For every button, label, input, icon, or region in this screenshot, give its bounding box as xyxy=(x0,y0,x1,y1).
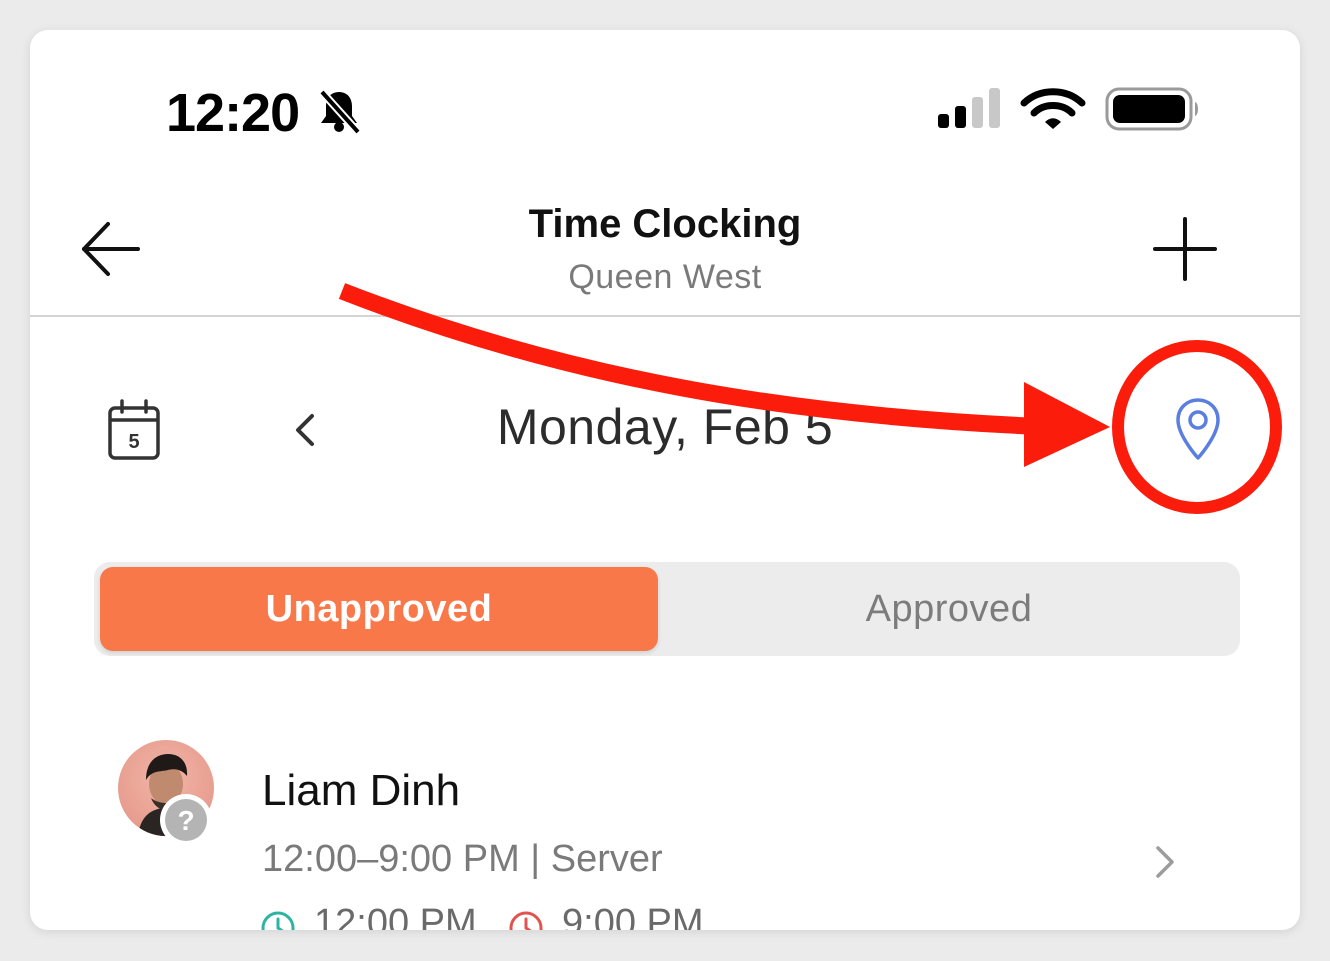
chevron-right-icon xyxy=(1156,846,1174,878)
map-pin-icon xyxy=(1176,398,1220,460)
location-map-button[interactable] xyxy=(1166,396,1230,462)
clock-out-time: 9:00 PM xyxy=(562,902,704,930)
svg-text:?: ? xyxy=(177,805,194,836)
page-title: Time Clocking xyxy=(528,202,802,246)
clock-in-time: 12:00 PM xyxy=(314,902,477,930)
unknown-status-badge: ? xyxy=(160,794,212,846)
clock-in-icon xyxy=(261,911,295,930)
header-divider xyxy=(30,315,1300,317)
tab-approved[interactable]: Approved xyxy=(658,567,1240,651)
plus-icon xyxy=(1153,217,1217,281)
cellular-signal-icon xyxy=(938,88,1000,128)
location-subtitle: Queen West xyxy=(568,258,762,296)
question-mark-icon: ? xyxy=(165,799,207,841)
app-screen: 12:20 Time Clocking Queen West 5 Monday,… xyxy=(30,30,1300,930)
tab-unapproved[interactable]: Unapproved xyxy=(100,567,658,651)
list-item[interactable]: ? Liam Dinh 12:00–9:00 PM | Server 12:00… xyxy=(30,720,1300,930)
clock-out-icon xyxy=(509,911,543,930)
wifi-icon xyxy=(1020,88,1086,129)
next-day-button[interactable] xyxy=(1010,408,1054,456)
status-time: 12:20 xyxy=(166,83,300,143)
employee-name: Liam Dinh xyxy=(262,766,461,815)
date-label: Monday, Feb 5 xyxy=(496,399,834,455)
bell-slash-icon xyxy=(319,89,361,135)
chevron-right-icon xyxy=(1024,416,1042,448)
shift-details: 12:00–9:00 PM | Server xyxy=(262,838,663,880)
battery-icon xyxy=(1105,87,1198,131)
approval-segmented-control: Unapproved Approved xyxy=(94,562,1240,656)
add-button[interactable] xyxy=(1152,216,1218,282)
